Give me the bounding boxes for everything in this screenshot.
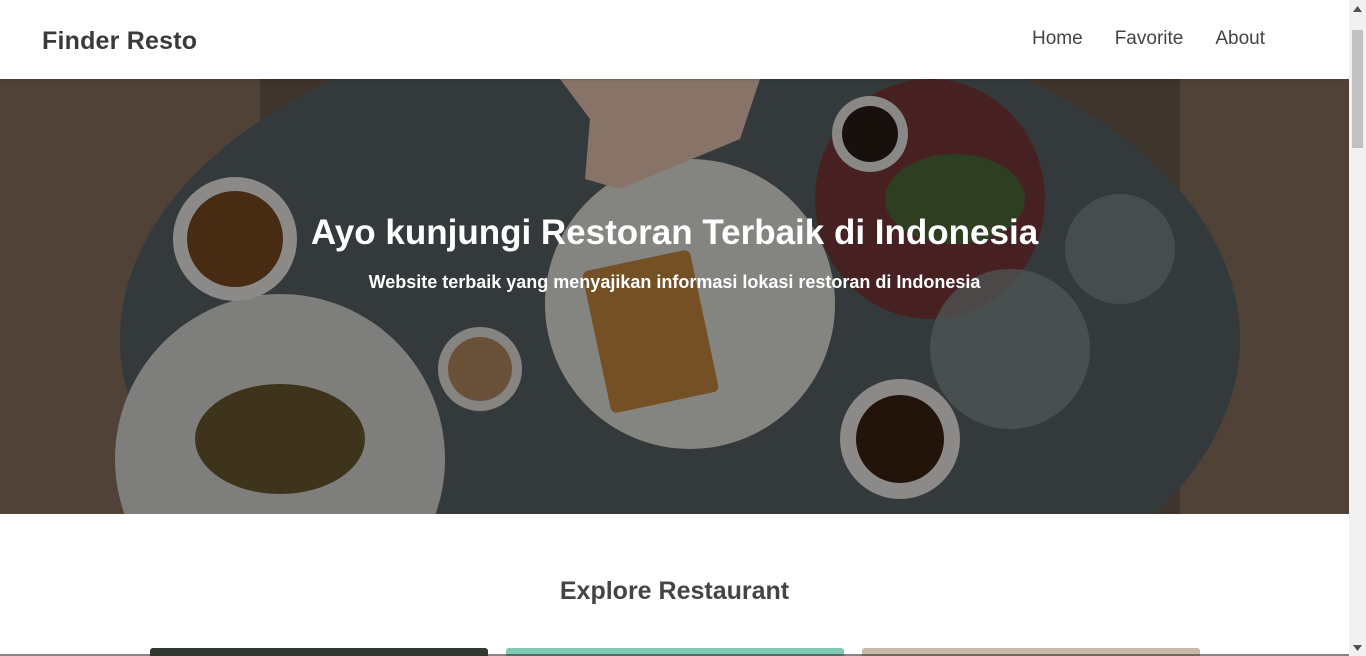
section-title: Explore Restaurant — [559, 577, 790, 605]
chevron-up-icon[interactable] — [1349, 0, 1366, 17]
brand-logo[interactable]: Finder Resto — [42, 27, 197, 56]
app-bar: Finder Resto Home Favorite About — [0, 0, 1349, 79]
nav-home-link[interactable]: Home — [1016, 26, 1099, 52]
vertical-scrollbar[interactable] — [1349, 0, 1366, 656]
nav-favorite-link[interactable]: Favorite — [1099, 26, 1200, 52]
page: Finder Resto Home Favorite About Ayo kun… — [0, 0, 1349, 656]
hero-subtitle: Website terbaik yang menyajikan informas… — [368, 272, 981, 292]
scrollbar-thumb[interactable] — [1352, 30, 1363, 148]
hero-banner: Ayo kunjungi Restoran Terbaik di Indones… — [0, 79, 1349, 514]
chevron-down-icon[interactable] — [1349, 639, 1366, 656]
main-nav: Home Favorite About — [1016, 26, 1281, 52]
hero-overlay — [0, 79, 1349, 514]
nav-about-link[interactable]: About — [1199, 26, 1281, 52]
hero-title: Ayo kunjungi Restoran Terbaik di Indones… — [310, 213, 1039, 252]
